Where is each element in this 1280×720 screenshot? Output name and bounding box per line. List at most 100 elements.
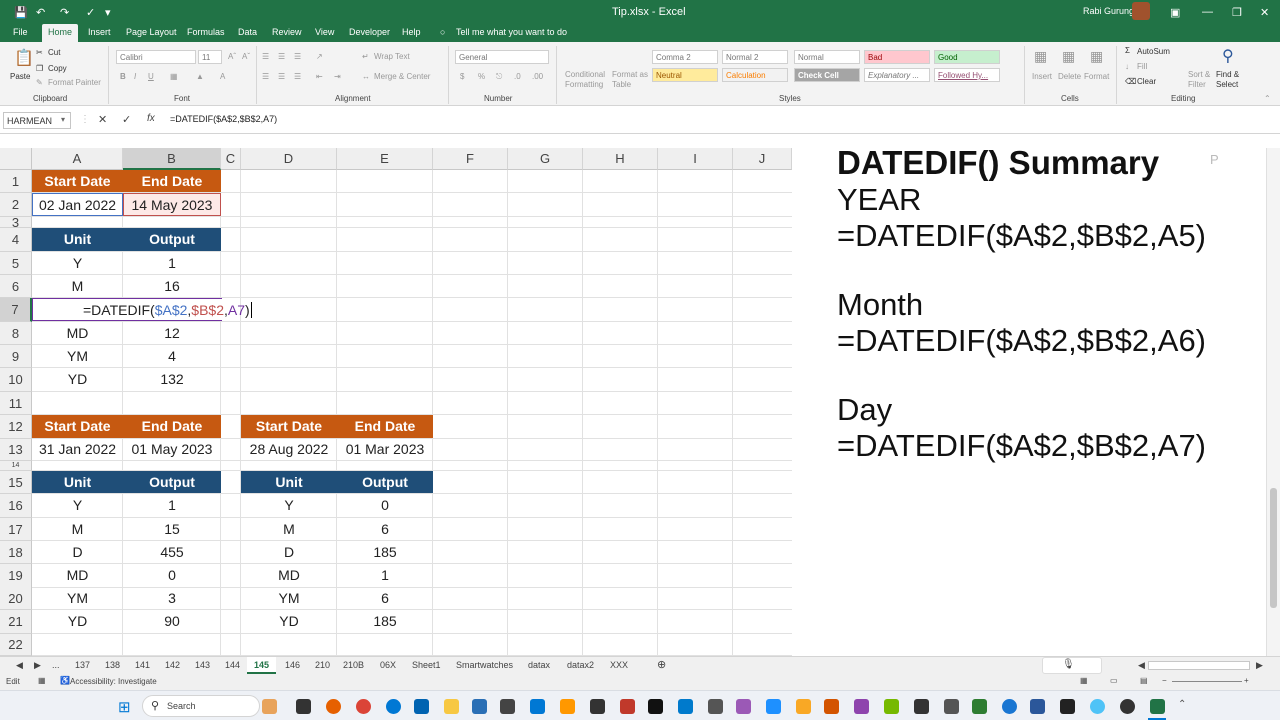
search-icon[interactable]: ⚲ xyxy=(1222,46,1234,66)
app-icon[interactable] xyxy=(1002,699,1017,714)
sheet-tab[interactable]: datax xyxy=(528,660,550,670)
hscroll-right-icon[interactable]: ▶ xyxy=(1256,660,1263,671)
output-cell[interactable]: 6 xyxy=(337,518,433,540)
find-select-button[interactable]: Find & Select xyxy=(1216,70,1248,90)
output-cell[interactable]: 1 xyxy=(123,494,221,517)
row-header[interactable]: 3 xyxy=(0,216,32,229)
header-cell[interactable]: Start Date xyxy=(241,415,337,438)
app-icon[interactable] xyxy=(560,699,575,714)
row-header[interactable]: 1 xyxy=(0,170,32,193)
insert-cells-icon[interactable]: ▦ xyxy=(1034,48,1047,65)
output-cell[interactable]: 15 xyxy=(123,518,221,540)
formula-input[interactable]: =DATEDIF($A$2,$B$2,A7) xyxy=(170,114,277,124)
row-header[interactable]: 13 xyxy=(0,439,32,461)
style-check-cell[interactable]: Check Cell xyxy=(794,68,860,82)
row-header[interactable]: 8 xyxy=(0,322,32,345)
merge-center-button[interactable]: Merge & Center xyxy=(374,72,430,81)
tray-overflow-icon[interactable]: ⌃ xyxy=(1178,699,1186,710)
row-header[interactable]: 5 xyxy=(0,252,32,275)
save-icon[interactable]: 💾 xyxy=(14,6,28,19)
scroll-thumb[interactable] xyxy=(1270,488,1277,608)
unit-cell[interactable]: M xyxy=(241,518,337,540)
header-cell[interactable]: End Date xyxy=(123,170,221,192)
sheet-tab[interactable]: 06X xyxy=(380,660,396,670)
row-header[interactable]: 12 xyxy=(0,415,32,439)
undo-icon[interactable]: ↶ xyxy=(36,6,45,19)
copy-icon[interactable]: ❐ xyxy=(36,64,43,73)
tab-formulas[interactable]: Formulas xyxy=(187,27,225,37)
unit-cell[interactable]: YM xyxy=(32,345,123,367)
row-header[interactable]: 22 xyxy=(0,634,32,656)
app-icon[interactable] xyxy=(736,699,751,714)
output-cell[interactable]: 6 xyxy=(337,587,433,609)
formula-edit-cell[interactable]: =DATEDIF($A$2,$B$2,A7) xyxy=(32,298,252,321)
tab-insert[interactable]: Insert xyxy=(88,27,111,37)
align-right-icon[interactable]: ☰ xyxy=(294,72,301,81)
microphone-icon[interactable]: 🎙 xyxy=(1062,659,1075,670)
app-icon[interactable] xyxy=(500,699,515,714)
app-icon[interactable] xyxy=(1120,699,1135,714)
decrease-indent-icon[interactable]: ⇤ xyxy=(316,72,323,81)
scroll-right-icon[interactable]: ▶ xyxy=(34,660,41,671)
column-header[interactable]: B xyxy=(123,148,221,170)
redo-icon[interactable]: ↷ xyxy=(60,6,69,19)
output-cell[interactable]: 0 xyxy=(123,564,221,587)
app-icon[interactable] xyxy=(1030,699,1045,714)
app-icon[interactable] xyxy=(472,699,487,714)
font-color-icon[interactable]: A xyxy=(220,72,225,81)
autosum-icon[interactable]: Σ xyxy=(1125,46,1130,55)
date-cell[interactable]: 01 May 2023 xyxy=(123,439,221,460)
sheet-tab[interactable]: 141 xyxy=(135,660,150,670)
style-comma-2[interactable]: Comma 2 xyxy=(652,50,718,64)
minimize-icon[interactable]: — xyxy=(1202,6,1213,18)
sheet-tab[interactable]: Smartwatches xyxy=(456,660,513,670)
calendar-icon[interactable] xyxy=(414,699,429,714)
terminal-icon[interactable] xyxy=(1060,699,1075,714)
column-header[interactable]: A xyxy=(32,148,123,170)
filezilla-icon[interactable] xyxy=(620,699,635,714)
unit-cell[interactable]: MD xyxy=(241,564,337,587)
sort-filter-button[interactable]: Sort & Filter xyxy=(1188,70,1212,90)
sheet-tab[interactable]: 210 xyxy=(315,660,330,670)
row-header[interactable]: 15 xyxy=(0,471,32,494)
delete-cells-button[interactable]: Delete xyxy=(1058,72,1081,81)
header-cell[interactable]: Unit xyxy=(32,471,123,493)
style-normal[interactable]: Normal xyxy=(794,50,860,64)
unit-cell[interactable]: MD xyxy=(32,322,123,344)
row-header[interactable]: 10 xyxy=(0,368,32,392)
percent-icon[interactable]: % xyxy=(478,72,485,81)
collapse-ribbon-icon[interactable]: ⌃ xyxy=(1264,94,1271,103)
unit-cell[interactable]: M xyxy=(32,518,123,540)
app-icon[interactable] xyxy=(972,699,987,714)
row-header[interactable]: 11 xyxy=(0,392,32,415)
format-cells-button[interactable]: Format xyxy=(1084,72,1109,81)
file-explorer-icon[interactable] xyxy=(444,699,459,714)
sheet-tab[interactable]: 144 xyxy=(225,660,240,670)
style-explanatory[interactable]: Explanatory ... xyxy=(864,68,930,82)
row-header[interactable]: 9 xyxy=(0,345,32,368)
app-icon[interactable] xyxy=(944,699,959,714)
date-cell[interactable]: 02 Jan 2022 xyxy=(32,193,123,216)
style-followed-hyperlink[interactable]: Followed Hy... xyxy=(934,68,1000,82)
unit-cell[interactable]: Y xyxy=(241,494,337,517)
app-icon[interactable] xyxy=(766,699,781,714)
edge-icon[interactable] xyxy=(386,699,401,714)
customize-qat-icon[interactable]: ▾ xyxy=(105,6,111,19)
date-cell[interactable]: 14 May 2023 xyxy=(123,193,221,216)
normal-view-icon[interactable]: ▦ xyxy=(1080,676,1088,685)
delete-cells-icon[interactable]: ▦ xyxy=(1062,48,1075,65)
style-good[interactable]: Good xyxy=(934,50,1000,64)
row-header[interactable]: 2 xyxy=(0,193,32,217)
align-bottom-icon[interactable]: ☰ xyxy=(294,52,301,61)
font-shrink-icon[interactable]: Aˇ xyxy=(242,52,250,61)
sheet-tab[interactable]: 146 xyxy=(285,660,300,670)
row-header[interactable]: 16 xyxy=(0,494,32,518)
header-cell[interactable]: Output xyxy=(337,471,433,493)
row-header[interactable]: 14 xyxy=(0,461,32,471)
nvidia-icon[interactable] xyxy=(884,699,899,714)
font-grow-icon[interactable]: Aˆ xyxy=(228,52,236,61)
header-cell[interactable]: End Date xyxy=(337,415,433,438)
output-cell[interactable]: 185 xyxy=(337,541,433,563)
output-cell[interactable]: 90 xyxy=(123,610,221,633)
mail-icon[interactable] xyxy=(530,699,545,714)
